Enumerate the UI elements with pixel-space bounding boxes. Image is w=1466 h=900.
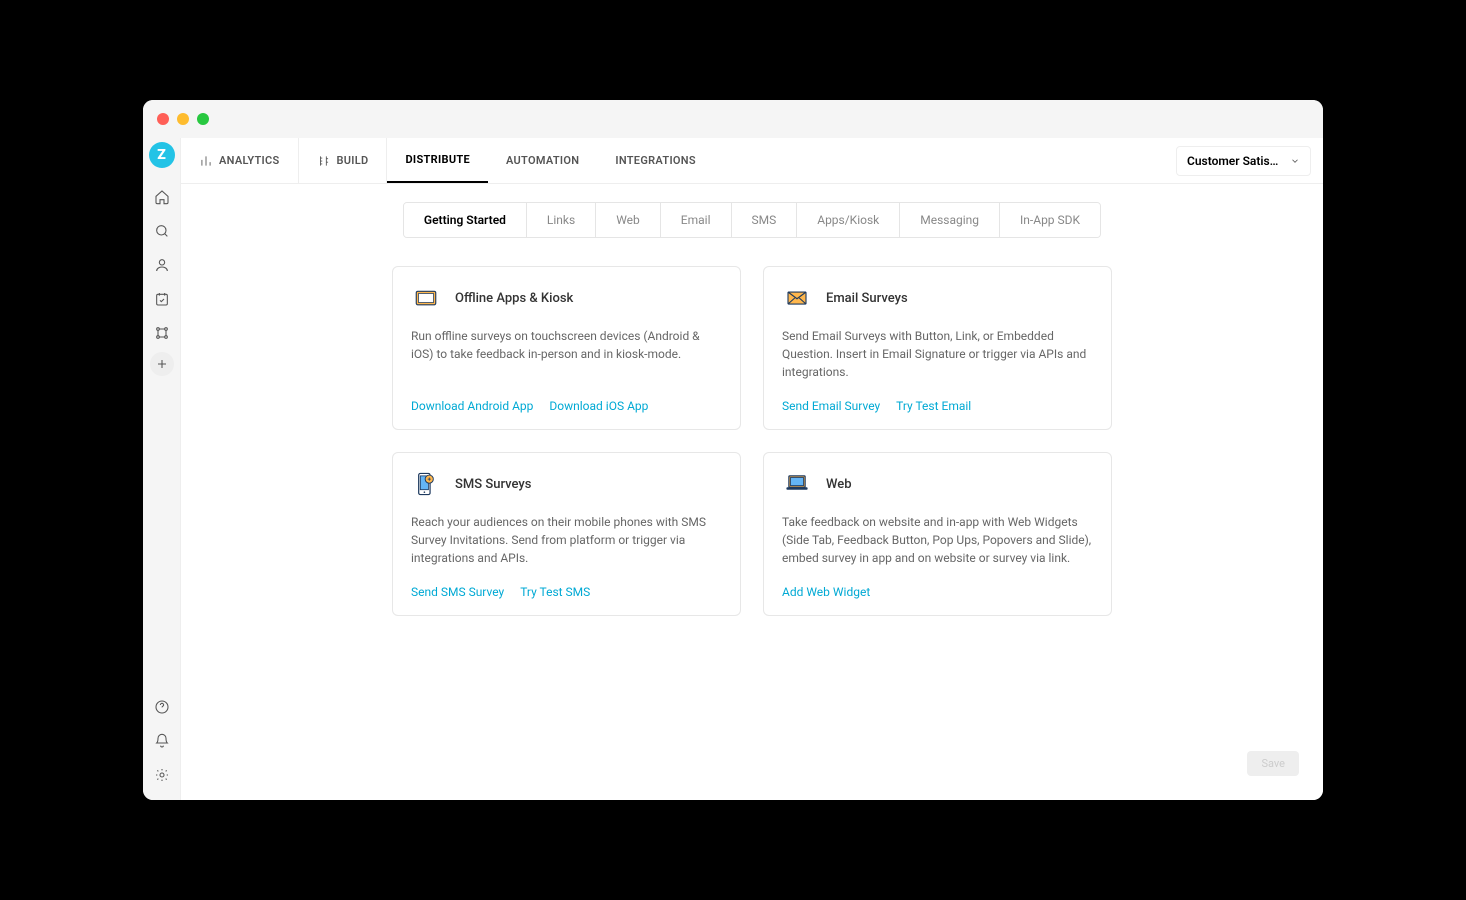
window-titlebar — [143, 100, 1323, 138]
subnav-in-app-sdk[interactable]: In-App SDK — [1000, 203, 1100, 237]
card-header: Email Surveys — [782, 283, 1093, 313]
card-header: Offline Apps & Kiosk — [411, 283, 722, 313]
chevron-down-icon — [1290, 156, 1300, 166]
subnav-email[interactable]: Email — [661, 203, 732, 237]
analytics-icon — [199, 154, 213, 168]
subnav-links[interactable]: Links — [527, 203, 596, 237]
card-actions: Send Email Survey Try Test Email — [782, 399, 1093, 413]
download-android-link[interactable]: Download Android App — [411, 399, 533, 413]
tab-build[interactable]: BUILD — [299, 138, 388, 183]
help-icon[interactable] — [147, 692, 177, 722]
project-selector-label: Customer Satisfaction ... — [1187, 154, 1282, 168]
tab-label: AUTOMATION — [506, 154, 579, 167]
tablet-kiosk-icon — [411, 283, 441, 313]
sidebar: Z — [143, 138, 181, 800]
tab-distribute[interactable]: DISTRIBUTE — [387, 138, 488, 183]
tab-label: INTEGRATIONS — [615, 154, 696, 167]
app-body: Z — [143, 138, 1323, 800]
bell-icon[interactable] — [147, 726, 177, 756]
card-header: Web — [782, 469, 1093, 499]
main-area: ANALYTICS BUILD DISTRIBUTE AUTOMATION IN… — [181, 138, 1323, 800]
sidebar-bottom — [147, 692, 177, 800]
card-header: SMS Surveys — [411, 469, 722, 499]
cards-grid: Offline Apps & Kiosk Run offline surveys… — [392, 266, 1112, 616]
workflow-icon[interactable] — [147, 318, 177, 348]
card-actions: Download Android App Download iOS App — [411, 399, 722, 413]
laptop-web-icon — [782, 469, 812, 499]
sidebar-top: Z — [147, 142, 177, 692]
email-icon — [782, 283, 812, 313]
tab-label: DISTRIBUTE — [405, 153, 470, 166]
top-nav: ANALYTICS BUILD DISTRIBUTE AUTOMATION IN… — [181, 138, 1323, 184]
card-web: Web Take feedback on website and in-app … — [763, 452, 1112, 616]
try-test-email-link[interactable]: Try Test Email — [896, 399, 971, 413]
maximize-window-icon[interactable] — [197, 113, 209, 125]
sms-phone-icon — [411, 469, 441, 499]
send-sms-survey-link[interactable]: Send SMS Survey — [411, 585, 504, 599]
card-actions: Send SMS Survey Try Test SMS — [411, 585, 722, 599]
minimize-window-icon[interactable] — [177, 113, 189, 125]
tab-label: ANALYTICS — [219, 154, 280, 167]
subnav-web[interactable]: Web — [596, 203, 661, 237]
content: Getting Started Links Web Email SMS Apps… — [181, 184, 1323, 656]
card-sms-surveys: SMS Surveys Reach your audiences on thei… — [392, 452, 741, 616]
subnav-getting-started[interactable]: Getting Started — [404, 203, 527, 237]
close-window-icon[interactable] — [157, 113, 169, 125]
tab-label: BUILD — [337, 154, 369, 167]
card-desc: Take feedback on website and in-app with… — [782, 513, 1093, 567]
gear-icon[interactable] — [147, 760, 177, 790]
user-icon[interactable] — [147, 250, 177, 280]
subnav-sms[interactable]: SMS — [732, 203, 798, 237]
tab-analytics[interactable]: ANALYTICS — [181, 138, 299, 183]
download-ios-link[interactable]: Download iOS App — [549, 399, 648, 413]
app-logo[interactable]: Z — [149, 142, 175, 168]
search-globe-icon[interactable] — [147, 216, 177, 246]
tab-integrations[interactable]: INTEGRATIONS — [597, 138, 714, 183]
card-email-surveys: Email Surveys Send Email Surveys with Bu… — [763, 266, 1112, 430]
card-title: Web — [826, 477, 852, 492]
card-desc: Send Email Surveys with Button, Link, or… — [782, 327, 1093, 381]
add-web-widget-link[interactable]: Add Web Widget — [782, 585, 870, 599]
top-nav-tabs: ANALYTICS BUILD DISTRIBUTE AUTOMATION IN… — [181, 138, 714, 183]
card-desc: Run offline surveys on touchscreen devic… — [411, 327, 722, 381]
card-actions: Add Web Widget — [782, 585, 1093, 599]
card-title: Email Surveys — [826, 291, 908, 306]
subnav-apps-kiosk[interactable]: Apps/Kiosk — [797, 203, 900, 237]
subnav-messaging[interactable]: Messaging — [900, 203, 1000, 237]
home-icon[interactable] — [147, 182, 177, 212]
build-icon — [317, 154, 331, 168]
send-email-survey-link[interactable]: Send Email Survey — [782, 399, 880, 413]
try-test-sms-link[interactable]: Try Test SMS — [520, 585, 590, 599]
add-icon[interactable] — [150, 352, 174, 376]
card-title: Offline Apps & Kiosk — [455, 291, 573, 306]
card-offline-apps-kiosk: Offline Apps & Kiosk Run offline surveys… — [392, 266, 741, 430]
tab-automation[interactable]: AUTOMATION — [488, 138, 597, 183]
distribute-subnav: Getting Started Links Web Email SMS Apps… — [403, 202, 1101, 238]
app-window: Z — [143, 100, 1323, 800]
save-button: Save — [1247, 751, 1299, 776]
project-selector[interactable]: Customer Satisfaction ... — [1176, 146, 1311, 176]
card-title: SMS Surveys — [455, 477, 531, 492]
card-desc: Reach your audiences on their mobile pho… — [411, 513, 722, 567]
calendar-check-icon[interactable] — [147, 284, 177, 314]
